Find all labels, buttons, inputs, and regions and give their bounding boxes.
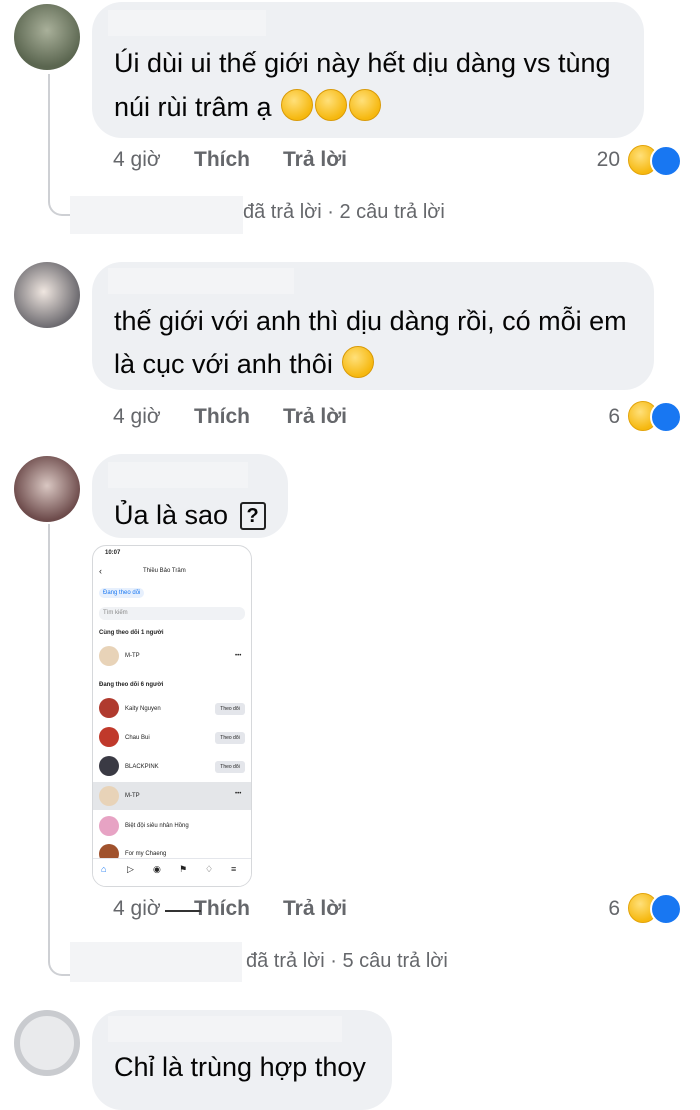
view-replies-link[interactable]: đã trả lời · 2 câu trả lời: [243, 201, 445, 224]
comment-text: Úi dùi ui thế giới này hết dịu dàng vs t…: [114, 48, 611, 78]
person-name: M-TP: [125, 653, 140, 659]
like-button[interactable]: Thích: [194, 405, 250, 429]
commenter-name[interactable]: [108, 462, 248, 488]
reactions[interactable]: [628, 145, 682, 177]
reactions[interactable]: [628, 893, 682, 925]
avatar: [99, 756, 119, 776]
like-icon: [650, 145, 682, 177]
like-button[interactable]: Thích: [194, 148, 250, 172]
search-placeholder: Tìm kiếm: [103, 610, 128, 616]
reactions[interactable]: [628, 401, 682, 433]
reply-button[interactable]: Trả lời: [283, 897, 347, 921]
tab-bar: [93, 858, 251, 886]
reaction-count[interactable]: 20: [570, 148, 620, 172]
person-name: BLACKPINK: [125, 764, 159, 770]
follow-button: Theo dõi: [215, 761, 245, 773]
raised-eyebrow-icon: [342, 346, 375, 378]
comment-text: Ủa là sao ?: [114, 494, 266, 537]
following-chip: Đang theo dõi: [99, 588, 145, 598]
like-button[interactable]: Thích: [194, 897, 250, 921]
section-title: Cùng theo dõi 1 người: [99, 630, 164, 636]
avatar: [99, 646, 119, 666]
more-icon: •••: [235, 791, 242, 797]
follow-button: Theo dõi: [215, 703, 245, 715]
avatar[interactable]: [14, 456, 80, 522]
comment-text: là cục với anh thôi: [114, 343, 375, 386]
reaction-count[interactable]: 6: [570, 897, 620, 921]
screen-title: Thiều Bảo Trâm: [143, 568, 186, 574]
thread-line: [48, 524, 74, 976]
comment-text: thế giới với anh thì dịu dàng rồi, có mỗ…: [114, 306, 627, 336]
comment-text: Chỉ là trùng hợp thoy: [114, 1052, 366, 1082]
comment-text: núi rùi trâm ạ: [114, 86, 382, 129]
commenter-name[interactable]: [108, 268, 294, 294]
person-name: M-TP: [125, 793, 140, 799]
tears-of-joy-icon: [315, 89, 348, 121]
person-name: Kaity Nguyen: [125, 706, 161, 712]
avatar: [99, 786, 119, 806]
bell-icon: ♢: [205, 864, 214, 874]
question-box-icon: ?: [239, 502, 266, 530]
reaction-count[interactable]: 6: [570, 405, 620, 429]
avatar[interactable]: [14, 4, 80, 70]
tears-of-joy-icon: [349, 89, 382, 121]
like-icon: [650, 893, 682, 925]
video-icon: ▷: [127, 864, 134, 874]
home-icon: ⌂: [101, 864, 107, 874]
person-name: Chau Bui: [125, 735, 150, 741]
replier-name[interactable]: [70, 196, 243, 234]
flag-icon: ⚑: [179, 864, 188, 874]
reply-button[interactable]: Trả lời: [283, 405, 347, 429]
comment-time[interactable]: 4 giờ: [113, 148, 161, 172]
avatar[interactable]: [14, 1010, 80, 1076]
person-name: For my Chaeng: [125, 851, 167, 857]
back-icon: ‹: [99, 566, 102, 576]
menu-icon: ≡: [231, 864, 237, 874]
reply-button[interactable]: Trả lời: [283, 148, 347, 172]
section-title: Đang theo dõi 6 người: [99, 682, 164, 688]
follow-button: Theo dõi: [215, 732, 245, 744]
commenter-name[interactable]: [108, 10, 266, 36]
person-name: Biệt đội siêu nhân Hồng: [125, 823, 189, 829]
groups-icon: ◉: [153, 864, 161, 874]
avatar: [99, 816, 119, 836]
attached-screenshot[interactable]: 10:07 ‹ Thiều Bảo Trâm Đang theo dõi Tìm…: [92, 545, 252, 887]
like-underline: [165, 910, 201, 912]
comment-time[interactable]: 4 giờ: [113, 405, 161, 429]
like-icon: [650, 401, 682, 433]
replier-name[interactable]: [70, 942, 242, 982]
avatar: [99, 727, 119, 747]
tears-of-joy-icon: [281, 89, 314, 121]
status-time: 10:07: [105, 550, 121, 556]
view-replies-link[interactable]: đã trả lời · 5 câu trả lời: [246, 950, 448, 973]
more-icon: •••: [235, 653, 242, 659]
avatar: [99, 698, 119, 718]
comment-time[interactable]: 4 giờ: [113, 897, 161, 921]
avatar[interactable]: [14, 262, 80, 328]
thread-line: [48, 74, 74, 216]
commenter-name[interactable]: [108, 1016, 342, 1042]
